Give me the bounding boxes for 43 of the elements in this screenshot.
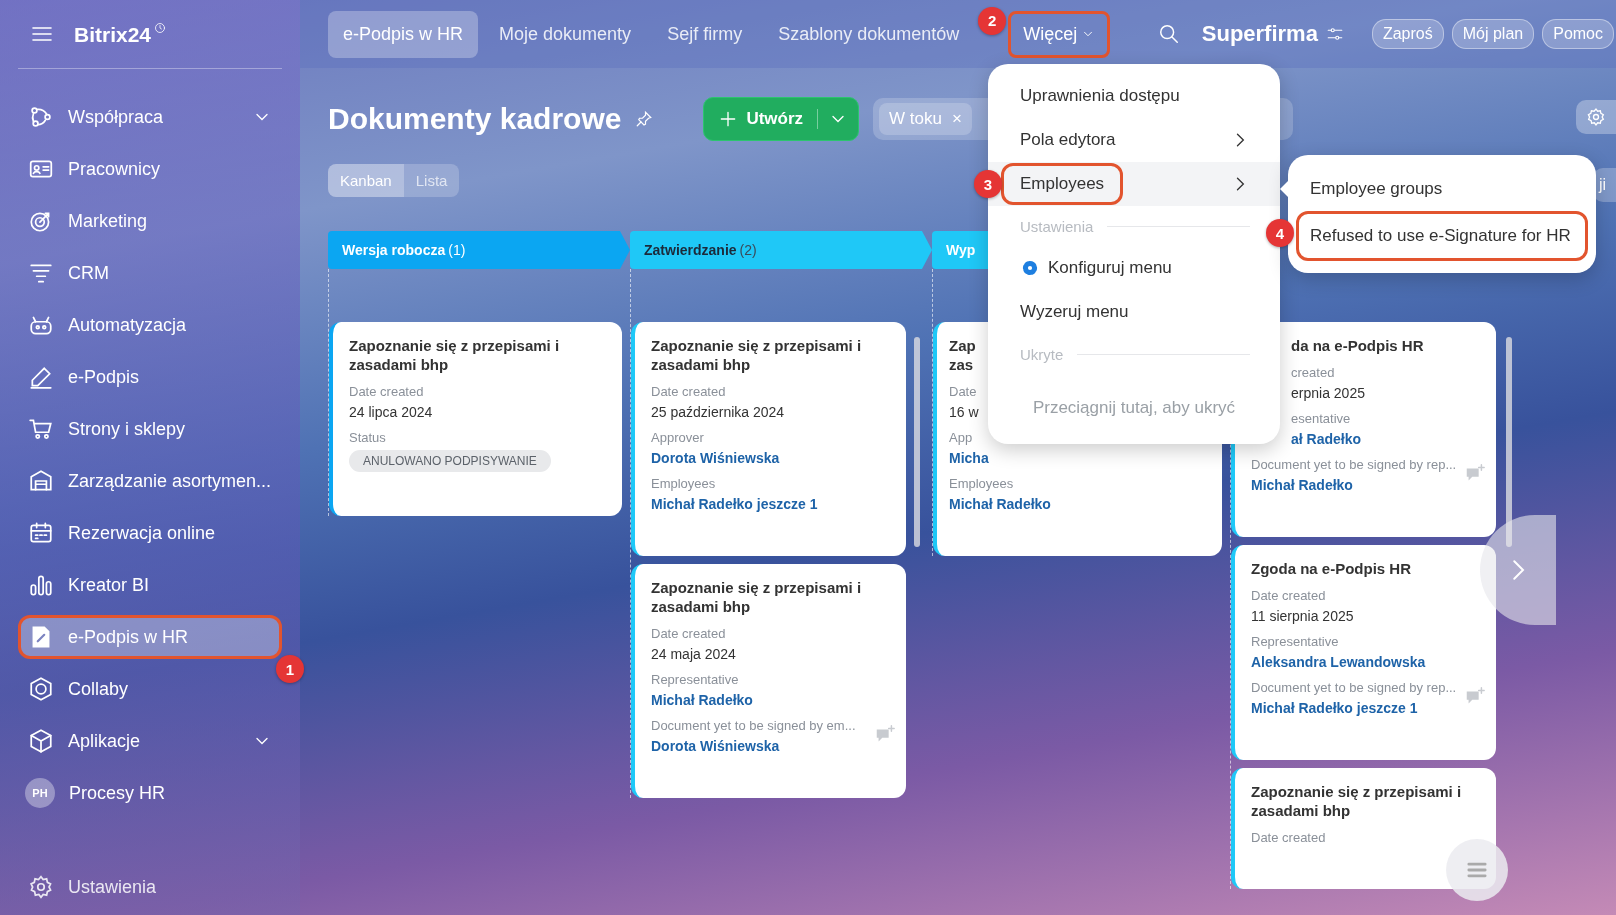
company-name: Superfirma [1201,21,1318,47]
field-value: 24 lipca 2024 [349,404,433,420]
field-label: created [1290,365,1335,380]
callout-badge: 4 [1266,219,1294,247]
page-title: Dokumenty kadrowe [328,102,622,136]
field-label: Approver [651,430,704,445]
card-title: da na e-Podpis HR [1290,336,1424,355]
field-label: Date created [349,384,424,399]
field-value: 16 w [949,404,979,420]
field-label: Date created [651,384,726,399]
status-tag: ANULOWANO PODPISYWANIE [349,450,551,472]
logo: Bitrix24 [74,21,167,47]
field-label: Date [949,384,977,399]
card-title: Zapoznanie się z przepisami i zasadami bhp [1251,782,1463,820]
card-title: Zapoznanie się z przepisami i zasadami bhp [349,336,561,374]
column-header: Zatwierdzanie (2) [630,231,932,269]
field-label: Employees [949,476,1014,491]
field-label: App [949,430,973,445]
section-label: Ukryte [1020,345,1064,363]
field-value: 24 maja 2024 [651,646,736,662]
field-label: Date created [1251,588,1326,603]
card-title: Zap zas [949,336,976,374]
card-title: Zapoznanie się z przepisami i zasadami bhp [651,578,863,616]
field-label: esentative [1290,411,1351,426]
callout-badge: 1 [276,655,304,683]
field-label: Status [349,430,386,445]
callout-badge: 3 [974,170,1002,198]
card-title: Zapoznanie się z przepisami i zasadami bhp [651,336,863,374]
card-title: Zgoda na e-Podpis HR [1251,559,1411,578]
column-header: Wersja robocza (1) [328,231,630,269]
field-value: erpnia 2025 [1290,385,1365,401]
field-value: 11 sierpnia 2025 [1251,608,1354,624]
callout-badge: 2 [978,6,1007,35]
field-label: Date created [651,626,726,641]
field-value: 25 października 2024 [651,404,785,420]
field-label: Document yet to be signed by rep... [1251,680,1457,695]
field-label: Representative [1251,634,1339,649]
field-label: Employees [651,476,716,491]
field-label: Date created [1251,830,1326,845]
field-label: Document yet to be signed by em... [651,718,856,733]
field-label: Document yet to be signed by rep... [1251,457,1457,472]
field-label: Representative [651,672,739,687]
avatar: PH [25,778,55,808]
